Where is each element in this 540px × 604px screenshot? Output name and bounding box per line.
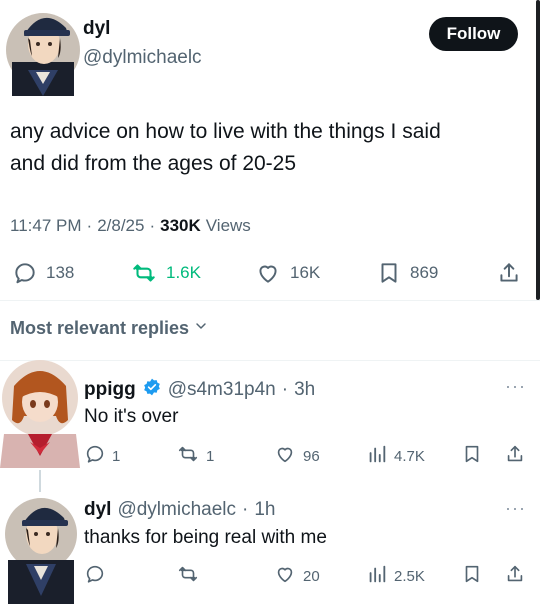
reply-author-handle[interactable]: @dylmichaelc (117, 499, 236, 521)
reply-header: dyl @dylmichaelc · 1h (84, 499, 275, 521)
tweet-text-line2: and did from the ages of 20-25 (10, 152, 297, 175)
reply-text: thanks for being real with me (84, 527, 327, 548)
reply-icon (12, 260, 38, 286)
repost-action[interactable]: 1.6K (130, 260, 201, 286)
author-name[interactable]: dyl (83, 18, 110, 40)
like-count: 96 (303, 447, 320, 465)
views-action[interactable]: 2.5K (366, 563, 425, 589)
share-action[interactable] (504, 563, 526, 589)
meta-separator: · (149, 216, 156, 235)
reply-action[interactable]: 138 (12, 260, 74, 286)
bookmark-icon (461, 563, 483, 589)
share-icon (504, 563, 526, 589)
meta-separator: · (86, 216, 93, 235)
views-chart-icon (366, 563, 388, 589)
reply-time[interactable]: 3h (294, 379, 315, 401)
bookmark-icon (461, 443, 483, 469)
tweet-text-line1: any advice on how to live with the thing… (10, 120, 441, 143)
reply-header: ppigg @s4m31p4n · 3h (84, 377, 315, 402)
follow-button[interactable]: Follow (429, 17, 518, 51)
verified-badge-icon (142, 377, 162, 402)
divider (0, 360, 540, 361)
chevron-down-icon (193, 318, 209, 339)
divider (0, 300, 540, 301)
tweet-date[interactable]: 2/8/25 (97, 216, 144, 236)
reply-action[interactable] (84, 563, 106, 589)
more-options-icon[interactable]: ··· (505, 498, 526, 519)
reply-author-name[interactable]: ppigg (84, 379, 136, 401)
views-label: Views (205, 216, 251, 235)
repost-count: 1.6K (166, 263, 201, 282)
share-icon (504, 443, 526, 469)
bookmark-action[interactable]: 869 (376, 260, 438, 286)
heart-icon (254, 260, 282, 286)
tweet-time[interactable]: 11:47 PM (10, 216, 82, 236)
meta-separator: · (281, 378, 289, 400)
like-count: 16K (290, 263, 321, 282)
heart-icon (273, 443, 297, 469)
views-action[interactable]: 4.7K (366, 443, 425, 469)
reply-icon (84, 563, 106, 589)
meta-separator: · (242, 499, 249, 520)
thread-connector (39, 470, 41, 492)
reply-avatar[interactable] (0, 356, 80, 468)
reply-text: No it's over (84, 406, 179, 427)
like-action[interactable]: 20 (273, 563, 320, 589)
bookmark-action[interactable] (461, 563, 483, 589)
share-icon (496, 260, 522, 286)
like-count: 20 (303, 567, 320, 585)
bookmark-count: 869 (410, 263, 439, 282)
repost-action[interactable] (176, 563, 200, 589)
like-action[interactable]: 16K (254, 260, 320, 286)
repost-icon (130, 260, 158, 286)
share-action[interactable] (496, 260, 522, 286)
repost-count: 1 (206, 447, 215, 465)
replies-sort-toggle[interactable]: Most relevant replies (10, 318, 209, 339)
heart-icon (273, 563, 297, 589)
views-count: 4.7K (394, 447, 425, 465)
author-handle[interactable]: @dylmichaelc (83, 47, 202, 69)
reply-count: 1 (112, 447, 121, 465)
reply-time[interactable]: 1h (254, 499, 275, 521)
replies-sort-label: Most relevant replies (10, 318, 190, 338)
reply-author-name[interactable]: dyl (84, 499, 111, 521)
author-avatar[interactable] (6, 4, 80, 96)
more-options-icon[interactable]: ··· (505, 376, 526, 397)
reply-avatar[interactable] (4, 494, 78, 604)
repost-icon (176, 443, 200, 469)
tweet-meta: 11:47 PM · 2/8/25 · 330K Views (10, 216, 251, 236)
scrollbar[interactable] (536, 0, 540, 300)
tweet-text: any advice on how to live with the thing… (10, 116, 530, 180)
share-action[interactable] (504, 443, 526, 469)
reply-count: 138 (46, 263, 75, 282)
reply-author-handle[interactable]: @s4m31p4n (168, 379, 276, 401)
like-action[interactable]: 96 (273, 443, 320, 469)
views-count: 330K (160, 216, 201, 235)
repost-icon (176, 563, 200, 589)
reply-action[interactable]: 1 (84, 443, 120, 469)
views-count: 2.5K (394, 567, 425, 585)
bookmark-action[interactable] (461, 443, 483, 469)
repost-action[interactable]: 1 (176, 443, 214, 469)
reply-icon (84, 443, 106, 469)
views-chart-icon (366, 443, 388, 469)
bookmark-icon (376, 260, 402, 286)
